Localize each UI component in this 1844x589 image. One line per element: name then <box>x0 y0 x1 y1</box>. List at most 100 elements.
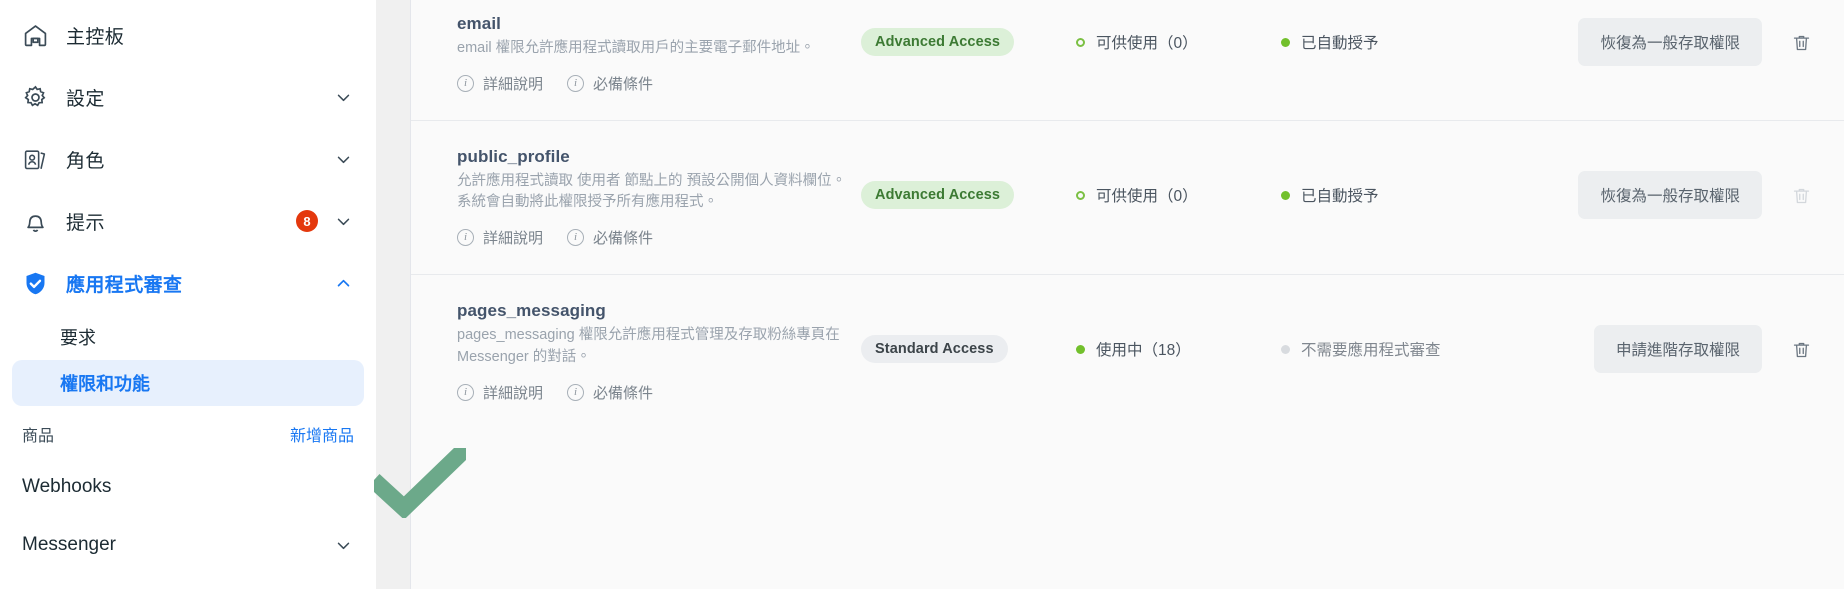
prerequisites-link[interactable]: i 必備條件 <box>567 73 653 94</box>
sidebar: 主控板 設定 角色 提示 8 應用程式審查 要求 權限和功能 商品 新增商品 W… <box>0 0 376 589</box>
products-section-header: 商品 新增商品 <box>0 406 376 458</box>
permission-info: pages_messaging pages_messaging 權限允許應用程式… <box>411 301 861 402</box>
usage-text: 使用中（18） <box>1096 342 1191 360</box>
status-dot-icon <box>1281 344 1290 354</box>
permission-description: pages_messaging 權限允許應用程式管理及存取粉絲專頁在 Messe… <box>457 327 840 365</box>
sidebar-subitem-label: 權限和功能 <box>60 374 150 394</box>
row-actions: 恢復為一般存取權限 <box>1506 14 1844 70</box>
details-link[interactable]: i 詳細說明 <box>457 382 543 403</box>
review-status-cell: 已自動授予 <box>1281 147 1506 243</box>
alerts-count-badge: 8 <box>296 210 318 232</box>
delete-icon[interactable] <box>1788 32 1814 53</box>
sidebar-item-alerts[interactable]: 提示 8 <box>0 190 376 252</box>
chevron-down-icon[interactable] <box>332 148 354 170</box>
delete-icon <box>1788 185 1814 206</box>
revert-to-standard-access-button[interactable]: 恢復為一般存取權限 <box>1578 18 1762 66</box>
sidebar-item-settings[interactable]: 設定 <box>0 66 376 128</box>
chevron-up-icon[interactable] <box>332 272 354 294</box>
chevron-down-icon[interactable] <box>332 534 354 556</box>
usage-cell: 可供使用（0） <box>1076 14 1281 70</box>
info-icon: i <box>457 75 474 93</box>
access-level-cell: Standard Access <box>861 301 1076 397</box>
sidebar-item-messenger[interactable]: Messenger <box>0 516 376 574</box>
permissions-table: email email 權限允許應用程式讀取用戶的主要電子郵件地址。 i 詳細說… <box>410 0 1844 589</box>
review-status-cell: 不需要應用程式審查 <box>1281 301 1506 397</box>
sidebar-subitem-permissions-and-features[interactable]: 權限和功能 <box>12 360 364 406</box>
prerequisites-link[interactable]: i 必備條件 <box>567 227 653 248</box>
delete-icon[interactable] <box>1788 339 1814 360</box>
usage-cell: 可供使用（0） <box>1076 147 1281 243</box>
info-icon: i <box>567 229 585 247</box>
permission-links: i 詳細說明 i 必備條件 <box>457 382 847 403</box>
permission-links: i 詳細說明 i 必備條件 <box>457 227 847 248</box>
status-dot-icon <box>1076 190 1085 200</box>
details-link-label: 詳細說明 <box>483 76 544 94</box>
chevron-down-icon[interactable] <box>332 210 354 232</box>
prerequisites-link-label: 必備條件 <box>593 230 654 248</box>
permission-description: 允許應用程式讀取 使用者 節點上的 預設公開個人資料欄位。系統會自動將此權限授予… <box>457 173 847 211</box>
permission-info: public_profile 允許應用程式讀取 使用者 節點上的 預設公開個人資… <box>411 147 861 248</box>
permission-name: pages_messaging <box>457 301 606 321</box>
sidebar-item-label: Messenger <box>22 534 116 555</box>
prerequisites-link[interactable]: i 必備條件 <box>567 382 653 403</box>
sidebar-item-roles[interactable]: 角色 <box>0 128 376 190</box>
sidebar-subitem-label: 要求 <box>60 328 96 348</box>
permission-name: email <box>457 14 501 33</box>
table-row: email email 權限允許應用程式讀取用戶的主要電子郵件地址。 i 詳細說… <box>411 0 1844 120</box>
sidebar-item-label: Webhooks <box>22 476 112 497</box>
prerequisites-link-label: 必備條件 <box>593 76 654 94</box>
shield-check-icon <box>20 268 50 298</box>
usage-text: 可供使用（0） <box>1096 35 1198 52</box>
status-dot-icon <box>1281 190 1290 200</box>
access-level-cell: Advanced Access <box>861 14 1076 70</box>
usage-cell: 使用中（18） <box>1076 301 1281 397</box>
sidebar-item-label: 主控板 <box>66 26 125 48</box>
details-link-label: 詳細說明 <box>483 384 544 402</box>
review-status-text: 已自動授予 <box>1301 35 1379 52</box>
sidebar-item-label: 設定 <box>66 88 105 110</box>
usage-text: 可供使用（0） <box>1096 188 1198 206</box>
products-section-title: 商品 <box>22 428 55 445</box>
sidebar-item-webhooks[interactable]: Webhooks <box>0 458 376 516</box>
sidebar-item-label: 角色 <box>66 150 105 172</box>
sidebar-item-dashboard[interactable]: 主控板 <box>0 4 376 66</box>
gear-icon <box>20 82 50 112</box>
status-dot-icon <box>1281 37 1290 47</box>
home-icon <box>20 20 50 50</box>
permission-links: i 詳細說明 i 必備條件 <box>457 73 847 94</box>
status-dot-icon <box>1076 37 1085 47</box>
bell-icon <box>20 206 50 236</box>
content-gutter <box>376 0 410 589</box>
details-link-label: 詳細說明 <box>483 230 544 248</box>
info-icon: i <box>567 383 585 401</box>
table-row: pages_messaging pages_messaging 權限允許應用程式… <box>411 274 1844 428</box>
details-link[interactable]: i 詳細說明 <box>457 227 543 248</box>
details-link[interactable]: i 詳細說明 <box>457 73 543 94</box>
row-actions: 申請進階存取權限 <box>1506 301 1844 397</box>
prerequisites-link-label: 必備條件 <box>593 384 654 402</box>
review-status-cell: 已自動授予 <box>1281 14 1506 70</box>
table-row: public_profile 允許應用程式讀取 使用者 節點上的 預設公開個人資… <box>411 120 1844 274</box>
id-card-icon <box>20 144 50 174</box>
review-status-text: 不需要應用程式審查 <box>1301 342 1441 360</box>
review-status-text: 已自動授予 <box>1301 188 1379 206</box>
sidebar-item-label: 應用程式審查 <box>66 274 183 296</box>
row-actions: 恢復為一般存取權限 <box>1506 147 1844 243</box>
permission-description: email 權限允許應用程式讀取用戶的主要電子郵件地址。 <box>457 40 815 56</box>
app-root: 主控板 設定 角色 提示 8 應用程式審查 要求 權限和功能 商品 新增商品 W… <box>0 0 1844 589</box>
revert-to-standard-access-button[interactable]: 恢復為一般存取權限 <box>1578 171 1762 220</box>
sidebar-subitem-requests[interactable]: 要求 <box>12 314 364 360</box>
access-level-cell: Advanced Access <box>861 147 1076 243</box>
chevron-down-icon[interactable] <box>332 86 354 108</box>
access-level-badge: Standard Access <box>861 335 1008 364</box>
info-icon: i <box>457 383 474 401</box>
access-level-badge: Advanced Access <box>861 28 1015 56</box>
permission-info: email email 權限允許應用程式讀取用戶的主要電子郵件地址。 i 詳細說… <box>411 14 861 94</box>
add-product-link[interactable]: 新增商品 <box>290 422 354 446</box>
sidebar-item-label: 提示 <box>66 212 105 234</box>
status-dot-icon <box>1076 344 1085 354</box>
info-icon: i <box>457 229 474 247</box>
info-icon: i <box>567 75 585 93</box>
request-advanced-access-button[interactable]: 申請進階存取權限 <box>1593 325 1762 374</box>
sidebar-item-app-review[interactable]: 應用程式審查 <box>0 252 376 314</box>
